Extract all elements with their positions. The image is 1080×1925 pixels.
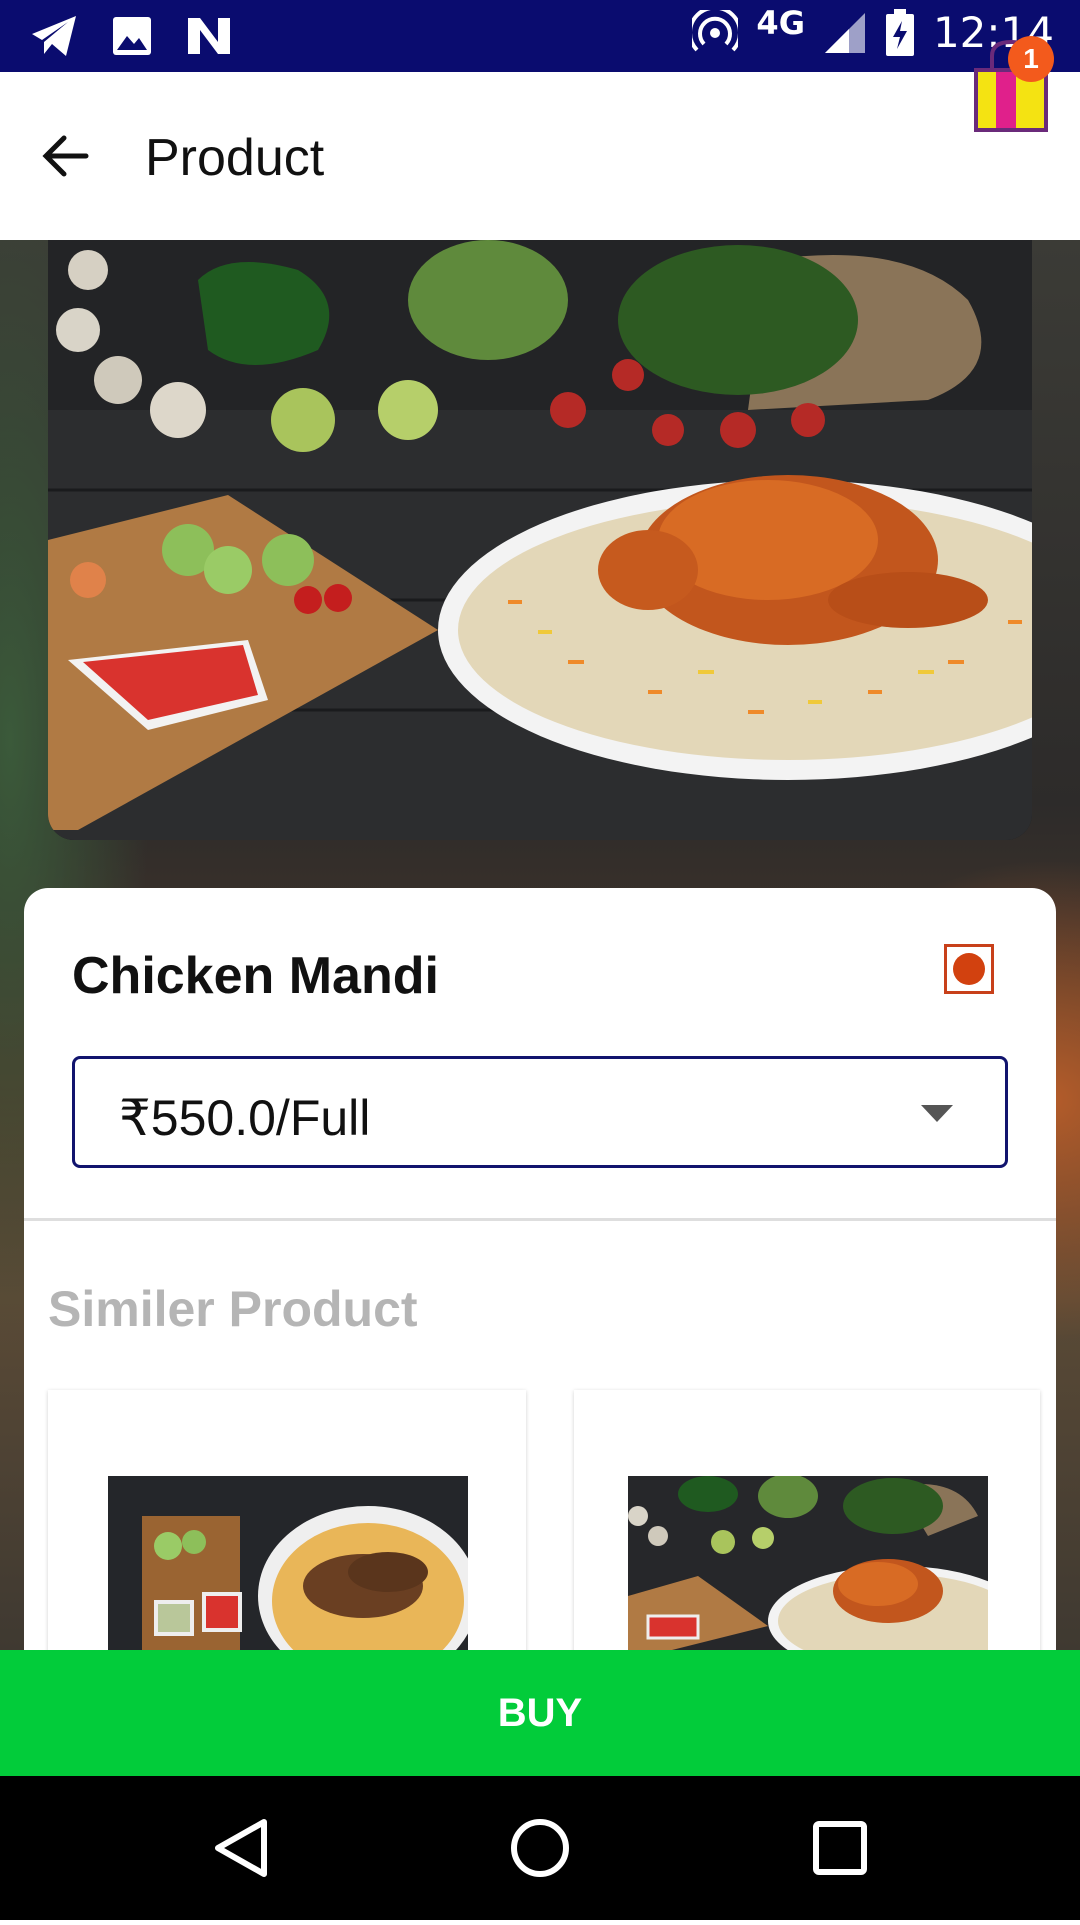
non-veg-icon: [944, 944, 994, 994]
app-bar: Product: [0, 72, 1080, 241]
product-image: [48, 240, 1032, 840]
back-button[interactable]: [38, 124, 108, 188]
price-dropdown[interactable]: ₹550.0/Full: [72, 1056, 1008, 1168]
hotspot-icon: [692, 9, 739, 51]
similar-product-image-1: [108, 1476, 468, 1656]
chevron-down-icon: [921, 1105, 953, 1122]
status-notifications: [30, 14, 232, 58]
product-name: Chicken Mandi: [72, 947, 439, 1005]
telegram-icon: [32, 16, 76, 56]
cart-count-badge: 1: [1008, 36, 1054, 82]
n-notification-icon: [188, 18, 230, 54]
product-card: Chicken Mandi ₹550.0/Full Similer Produc…: [24, 888, 1056, 1720]
signal-icon: [824, 12, 865, 53]
price-selected-value: ₹550.0/Full: [119, 1090, 371, 1146]
chicken-mandi-photo-small: [628, 1476, 988, 1656]
page-title: Product: [145, 129, 325, 187]
chicken-mandi-photo: [48, 240, 1032, 840]
nav-back-button[interactable]: [162, 1776, 322, 1920]
triangle-back-icon: [215, 1819, 267, 1877]
non-veg-dot: [953, 953, 985, 985]
mandi-plate-photo: [108, 1476, 468, 1656]
similar-products-heading: Similer Product: [48, 1281, 418, 1337]
similar-product-image-2: [628, 1476, 988, 1656]
divider: [24, 1218, 1056, 1221]
navigation-bar: [0, 1776, 1080, 1920]
arrow-left-icon: [42, 135, 89, 177]
image-icon: [113, 17, 151, 55]
square-recents-icon: [813, 1821, 867, 1875]
nav-recents-button[interactable]: [760, 1776, 920, 1920]
status-bar: 4G 12:14: [0, 0, 1080, 72]
nav-home-button[interactable]: [460, 1776, 620, 1920]
buy-button[interactable]: BUY: [0, 1650, 1080, 1776]
network-type: 4G: [756, 3, 805, 42]
battery-charging-icon: [885, 8, 914, 56]
circle-home-icon: [511, 1819, 569, 1877]
